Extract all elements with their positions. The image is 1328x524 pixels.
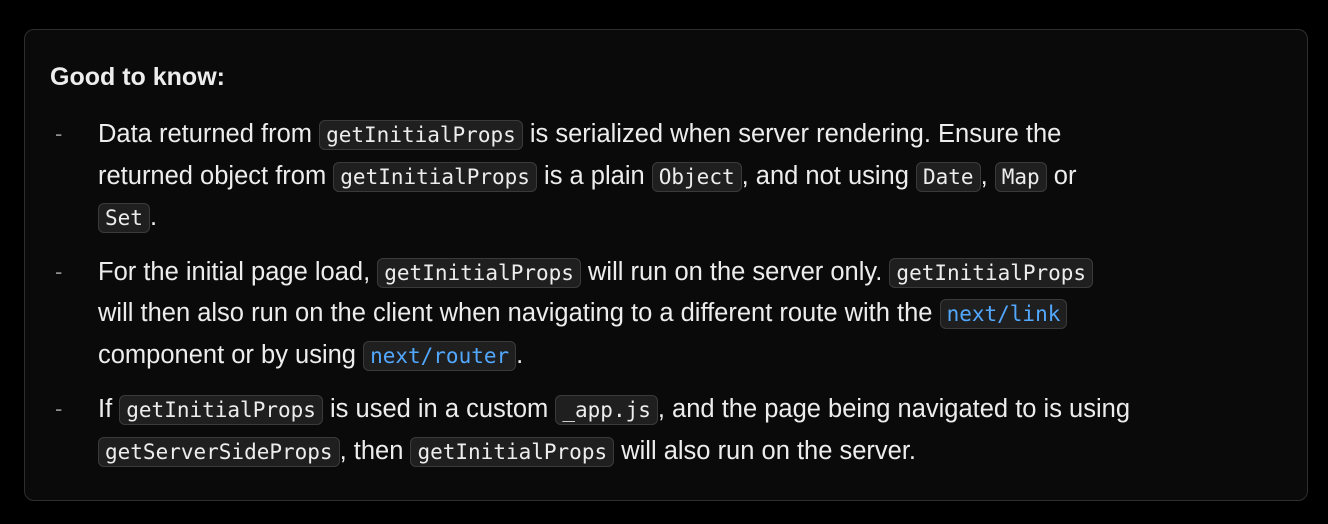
note-line: For the initial page load, getInitialPro… <box>98 252 1298 294</box>
bullet-dash: - <box>55 258 63 284</box>
inline-code: Map <box>994 161 1047 192</box>
note-text: . <box>516 340 524 369</box>
note-item: - Data returned from getInitialProps is s… <box>25 114 1298 239</box>
note-item: - If getInitialProps is used in a custom … <box>25 389 1298 472</box>
inline-code: getInitialProps <box>119 395 323 425</box>
note-text: will also run on the server. <box>614 436 917 465</box>
note-text: returned object from <box>98 161 334 190</box>
note-line: getServerSideProps, then getInitialProps… <box>98 431 1298 473</box>
inline-code: getInitialProps <box>377 257 581 288</box>
note-line: Set. <box>98 197 1298 239</box>
note-text: , and the page being navigated to is usi… <box>657 395 1131 423</box>
inline-code: _app.js <box>555 395 658 425</box>
inline-code: getInitialProps <box>410 436 615 467</box>
inline-code: getInitialProps <box>319 120 523 150</box>
note-text: will then also run on the client when na… <box>98 299 940 327</box>
good-to-know-callout: Good to know: - Data returned from getIni… <box>24 29 1308 501</box>
note-item: - For the initial page load, getInitialPr… <box>25 252 1298 377</box>
inline-code: getInitialProps <box>333 161 537 192</box>
note-text: . <box>149 203 158 231</box>
inline-code: Date <box>916 161 981 192</box>
inline-code-link[interactable]: next/link <box>939 299 1068 329</box>
bullet-dash: - <box>55 396 63 421</box>
note-text: component or by using <box>98 340 364 369</box>
note-text: , then <box>339 436 411 465</box>
note-line: Data returned from getInitialProps is se… <box>98 114 1298 156</box>
note-line: will then also run on the client when na… <box>98 293 1298 335</box>
note-text: If <box>98 395 120 423</box>
note-text: is a plain <box>536 161 652 190</box>
note-line: component or by using next/router. <box>98 335 1298 377</box>
note-text: , <box>980 161 995 190</box>
bullet-dash: - <box>55 121 63 146</box>
note-text: For the initial page load, <box>98 257 378 286</box>
note-text: , and not using <box>741 161 916 190</box>
note-list: - Data returned from getInitialProps is s… <box>25 114 1298 485</box>
note-line: returned object from getInitialProps is … <box>98 156 1298 198</box>
note-text: will run on the server only. <box>580 257 890 286</box>
inline-code-link[interactable]: next/router <box>363 340 517 371</box>
inline-code: getServerSideProps <box>98 436 340 467</box>
note-text: is used in a custom <box>322 395 556 423</box>
note-line: If getInitialProps is used in a custom _… <box>98 389 1298 431</box>
inline-code: Object <box>651 161 742 192</box>
note-text: or <box>1046 161 1077 190</box>
inline-code: getInitialProps <box>889 257 1094 288</box>
note-text: is serialized when server rendering. Ens… <box>522 120 1062 148</box>
note-text: Data returned from <box>98 120 320 148</box>
callout-title: Good to know: <box>50 63 225 91</box>
inline-code: Set <box>98 203 150 233</box>
